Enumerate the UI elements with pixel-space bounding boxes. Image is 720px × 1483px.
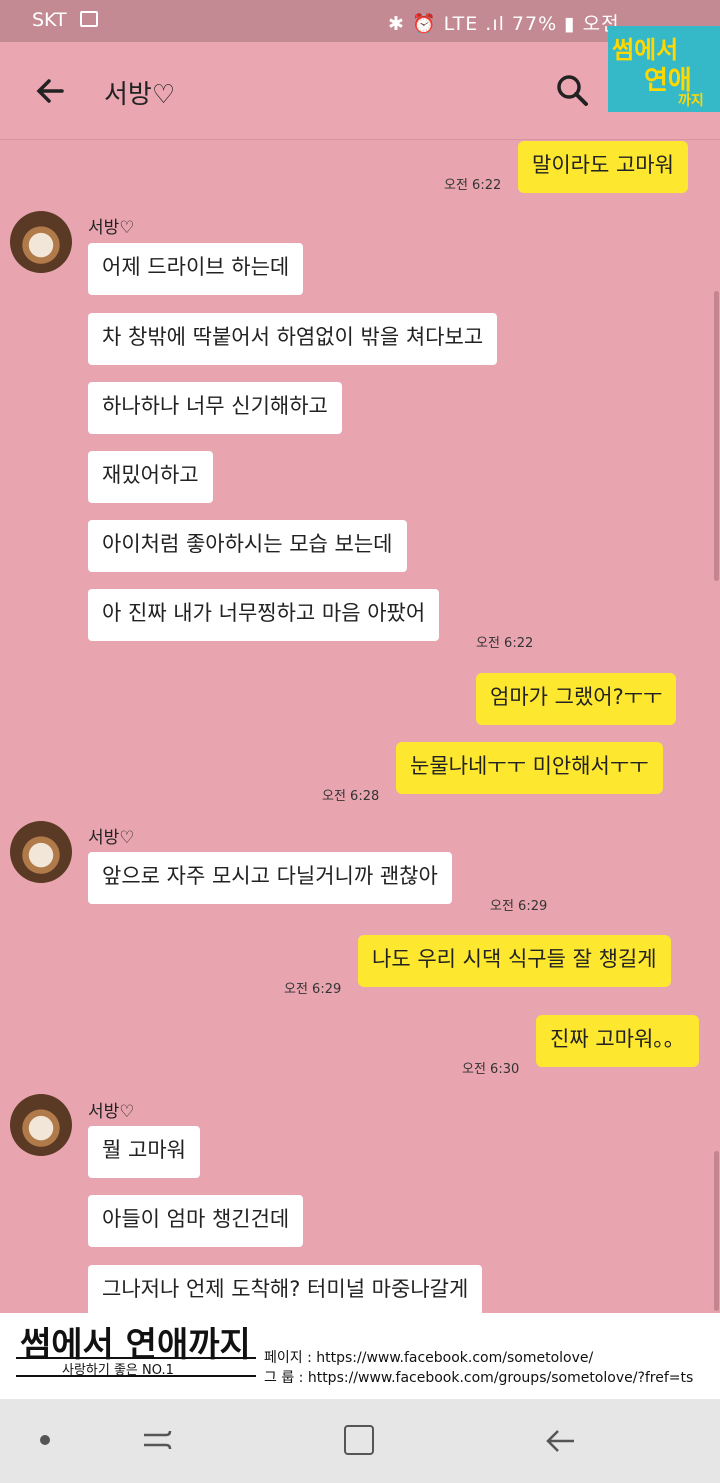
- message-bubble-incoming[interactable]: 아이처럼 좋아하시는 모습 보는데: [88, 520, 407, 572]
- message-bubble-incoming[interactable]: 어제 드라이브 하는데: [88, 243, 304, 295]
- sender-name: 서방♡: [88, 1102, 135, 1122]
- avatar[interactable]: [10, 211, 72, 273]
- message-bubble-incoming[interactable]: 아들이 엄마 챙긴건데: [88, 1195, 304, 1247]
- message-bubble-incoming[interactable]: 차 창밖에 딱붙어서 하염없이 밖을 쳐다보고: [88, 313, 498, 365]
- home-button[interactable]: [344, 1425, 374, 1455]
- chat-area[interactable]: 말이라도 고마워 오전 6:22 서방♡ 어제 드라이브 하는데 차 창밖에 딱…: [0, 141, 720, 1313]
- back-arrow-icon: [546, 1430, 574, 1452]
- message-bubble-outgoing[interactable]: 눈물나네ㅜㅜ 미안해서ㅜㅜ: [396, 742, 663, 794]
- recent-apps-icon: [144, 1430, 172, 1450]
- footer-divider: [16, 1375, 256, 1377]
- message-bubble-outgoing[interactable]: 나도 우리 시댁 식구들 잘 챙길게: [358, 935, 671, 987]
- footer-banner: 썸에서 연애까지 사랑하기 좋은 NO.1 페이지 : https://www.…: [0, 1313, 720, 1399]
- search-icon: [557, 75, 588, 106]
- message-bubble-incoming[interactable]: 하나하나 너무 신기해하고: [88, 382, 342, 434]
- message-bubble-incoming[interactable]: 재밌어하고: [88, 451, 213, 503]
- footer-group-link[interactable]: 그 룹 : https://www.facebook.com/groups/so…: [264, 1367, 693, 1387]
- message-time: 오전 6:29: [284, 982, 342, 997]
- arrow-left-icon: [36, 79, 64, 103]
- message-bubble-incoming[interactable]: 앞으로 자주 모시고 다닐거니까 괜찮아: [88, 852, 452, 904]
- scrollbar-thumb[interactable]: [714, 291, 719, 581]
- message-bubble-outgoing[interactable]: 말이라도 고마워: [518, 141, 688, 193]
- back-button[interactable]: [30, 70, 72, 112]
- message-bubble-outgoing[interactable]: 엄마가 그랬어?ㅜㅜ: [476, 673, 677, 725]
- recent-apps-button[interactable]: [140, 1425, 176, 1455]
- sender-name: 서방♡: [88, 218, 135, 238]
- message-time: 오전 6:28: [322, 789, 380, 804]
- image-notification-icon: [80, 11, 98, 27]
- nav-dot-icon[interactable]: [40, 1435, 50, 1445]
- scrollbar-thumb[interactable]: [714, 1151, 719, 1311]
- status-indicators: ✱ ⏰ LTE .ıl 77% ▮ 오전: [388, 13, 620, 35]
- message-bubble-incoming[interactable]: 아 진짜 내가 너무찡하고 마음 아팠어: [88, 589, 440, 641]
- nav-back-button[interactable]: [540, 1421, 580, 1461]
- carrier-label: SKT: [32, 9, 67, 31]
- watermark-badge: 썸에서 연애 까지: [608, 26, 720, 112]
- message-time: 오전 6:22: [476, 636, 534, 651]
- chat-title: 서방♡: [104, 80, 176, 110]
- message-bubble-incoming[interactable]: 뭘 고마워: [88, 1126, 200, 1178]
- message-time: 오전 6:30: [462, 1062, 520, 1077]
- message-time: 오전 6:29: [490, 899, 548, 914]
- sender-name: 서방♡: [88, 828, 135, 848]
- message-bubble-incoming[interactable]: 그나저나 언제 도착해? 터미널 마중나갈게: [88, 1265, 483, 1313]
- system-nav-bar: [0, 1399, 720, 1483]
- message-time: 오전 6:22: [444, 178, 502, 193]
- footer-page-link[interactable]: 페이지 : https://www.facebook.com/sometolov…: [264, 1347, 593, 1367]
- search-button[interactable]: [552, 70, 592, 110]
- message-bubble-outgoing[interactable]: 진짜 고마워。。: [536, 1015, 699, 1067]
- badge-line3: 까지: [678, 93, 704, 109]
- avatar[interactable]: [10, 1094, 72, 1156]
- avatar[interactable]: [10, 821, 72, 883]
